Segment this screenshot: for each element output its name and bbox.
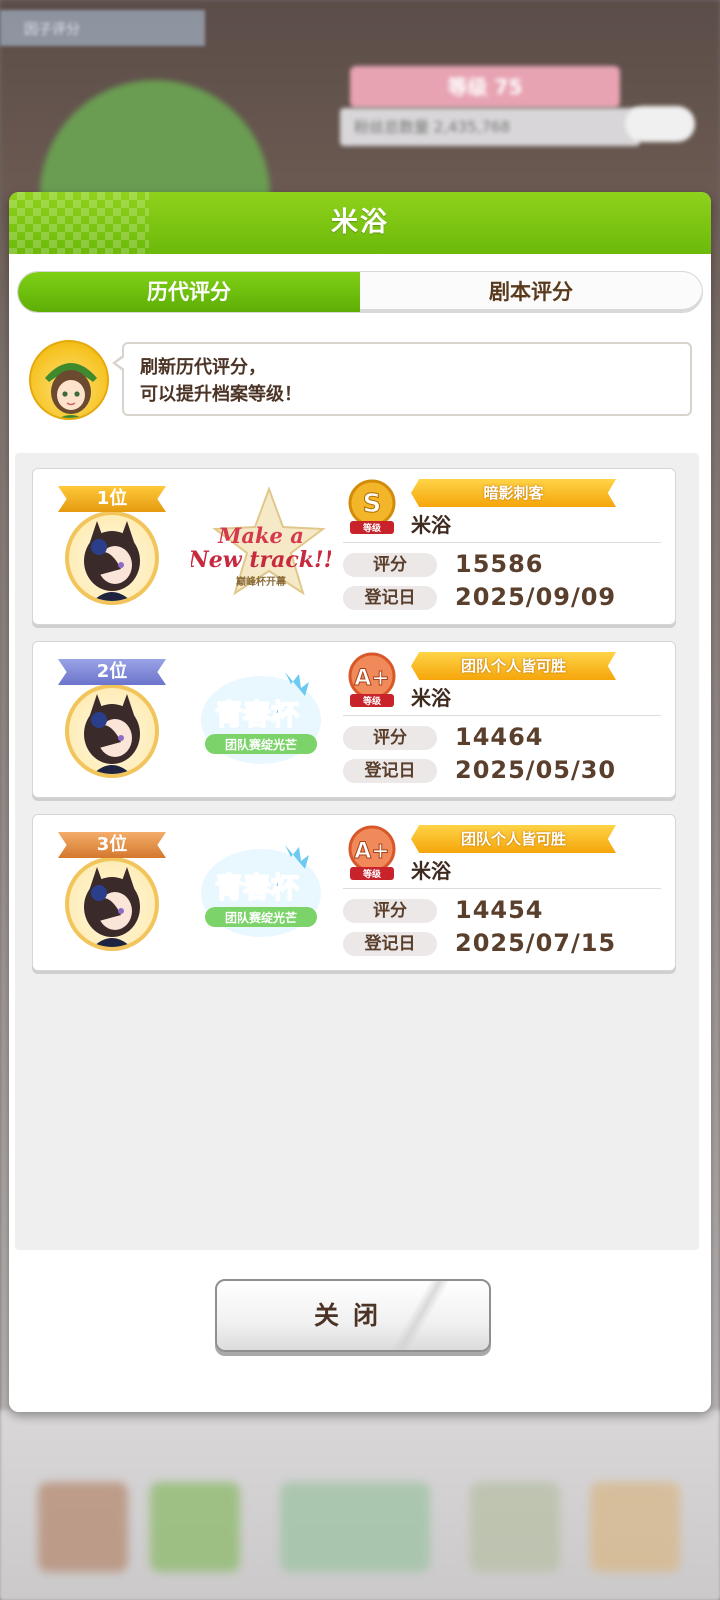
background-top-label: 因子评分 (0, 10, 205, 46)
hint-line-2: 可以提升档案等级！ (140, 384, 302, 405)
score-record-list: 1位 Make a New track!! 巅峰杯开幕 S 等级 暗影刺客 米浴… (15, 453, 699, 1250)
background-fans-count: 粉丝总数量 2,435,768 (340, 108, 640, 146)
card-divider (343, 715, 661, 716)
grade-letter: A+ (354, 666, 389, 691)
grade-badge-a-plus: A+ 等级 (343, 652, 401, 710)
epithet-banner: 团队个人皆可胜 (411, 652, 616, 680)
score-value: 14454 (455, 896, 544, 924)
scenario-logo-sub: 团队赛绽光芒 (225, 737, 297, 752)
grade-s-icon: S 等级 (348, 479, 396, 534)
record-card-1[interactable]: 1位 Make a New track!! 巅峰杯开幕 S 等级 暗影刺客 米浴… (32, 468, 676, 625)
scenario-logo-line1: Make a (217, 523, 304, 548)
dialog-title: 米浴 (331, 207, 389, 238)
background-bottom-nav (0, 1410, 720, 1600)
scenario-logo-graphic: Make a New track!! 巅峰杯开幕 (188, 486, 333, 596)
hint-line-1: 刷新历代评分， (140, 357, 266, 378)
character-name: 米浴 (411, 859, 451, 883)
nav-icon-5 (590, 1482, 680, 1572)
card-divider (343, 542, 661, 543)
date-label: 登记日 (343, 759, 437, 783)
character-name: 米浴 (411, 513, 451, 537)
dialog-body: 历代评分 剧本评分 刷新历代评分， 可以提升档案等级！ 1位 Make a Ne… (9, 254, 711, 1412)
scenario-logo-graphic: 青春杯 团队赛绽光芒 (201, 845, 321, 937)
date-label: 登记日 (343, 932, 437, 956)
close-button[interactable]: 关闭 (215, 1279, 491, 1352)
character-icon (84, 521, 140, 601)
rank-ribbon: 1位 (58, 486, 166, 512)
grade-a-plus-icon: A+ 等级 (348, 825, 396, 880)
character-portrait (65, 672, 159, 780)
date-value: 2025/07/15 (455, 929, 617, 957)
score-value: 14464 (455, 723, 544, 751)
portrait-ring (65, 511, 159, 605)
scenario-logo-line2: New track!! (191, 547, 331, 573)
portrait-ring (65, 684, 159, 778)
tab-scenario-score[interactable]: 剧本评分 (360, 272, 702, 312)
header-pattern (9, 192, 149, 254)
character-portrait (65, 845, 159, 953)
date-value: 2025/05/30 (455, 756, 617, 784)
rank-ribbon: 2位 (58, 659, 166, 685)
character-icon (84, 694, 140, 774)
grade-badge-a-plus: A+ 等级 (343, 825, 401, 883)
score-value: 15586 (455, 550, 544, 578)
score-label: 评分 (343, 553, 437, 577)
character-portrait (65, 499, 159, 607)
scenario-logo-graphic: 青春杯 团队赛绽光芒 (201, 672, 321, 764)
score-history-dialog: 米浴 历代评分 剧本评分 刷新历代评分， 可以提升档案等级！ 1位 Make a… (9, 192, 711, 1412)
scenario-logo-youth-cup: 青春杯 团队赛绽光芒 (191, 831, 331, 955)
date-value: 2025/09/09 (455, 583, 617, 611)
scenario-logo-sub: 团队赛绽光芒 (225, 910, 297, 925)
nav-icon-1 (38, 1482, 128, 1572)
scenario-logo-sub: 巅峰杯开幕 (236, 575, 287, 588)
rank-ribbon: 3位 (58, 832, 166, 858)
scenario-logo-line1: 青春杯 (215, 871, 299, 904)
grade-sub-label: 等级 (362, 695, 382, 707)
dialog-header: 米浴 (9, 192, 711, 254)
portrait-ring (65, 857, 159, 951)
scenario-logo-line1: 青春杯 (215, 698, 299, 731)
score-label: 评分 (343, 899, 437, 923)
score-label: 评分 (343, 726, 437, 750)
close-button-label: 关闭 (313, 1301, 392, 1330)
grade-letter: S (363, 489, 382, 519)
grade-sub-label: 等级 (362, 868, 382, 880)
tab-history-score[interactable]: 历代评分 (18, 272, 360, 312)
character-name: 米浴 (411, 686, 451, 710)
epithet-banner: 团队个人皆可胜 (411, 825, 616, 853)
guide-avatar (29, 340, 109, 420)
tab-bar: 历代评分 剧本评分 (17, 271, 703, 313)
record-card-2[interactable]: 2位 青春杯 团队赛绽光芒 A+ 等级 团队个人皆可胜 米浴 评分 14464 … (32, 641, 676, 798)
grade-badge-s: S 等级 (343, 479, 401, 537)
background-pill-button (625, 106, 695, 142)
scenario-logo-youth-cup: 青春杯 团队赛绽光芒 (191, 658, 331, 782)
epithet-banner: 暗影刺客 (411, 479, 616, 507)
date-label: 登记日 (343, 586, 437, 610)
hint-bubble: 刷新历代评分， 可以提升档案等级！ (112, 342, 692, 416)
background-level-banner: 等级 75 (350, 66, 620, 108)
guide-avatar-icon (45, 363, 97, 418)
grade-letter: A+ (354, 839, 389, 864)
character-icon (84, 867, 140, 947)
button-shine (389, 1281, 449, 1350)
grade-sub-label: 等级 (362, 522, 382, 534)
nav-icon-3 (280, 1482, 430, 1572)
nav-icon-2 (150, 1482, 240, 1572)
scenario-logo-make-a-new-track: Make a New track!! 巅峰杯开幕 (188, 485, 333, 609)
card-divider (343, 888, 661, 889)
nav-icon-4 (470, 1482, 560, 1572)
grade-a-plus-icon: A+ 等级 (348, 652, 396, 707)
record-card-3[interactable]: 3位 青春杯 团队赛绽光芒 A+ 等级 团队个人皆可胜 米浴 评分 14454 … (32, 814, 676, 971)
